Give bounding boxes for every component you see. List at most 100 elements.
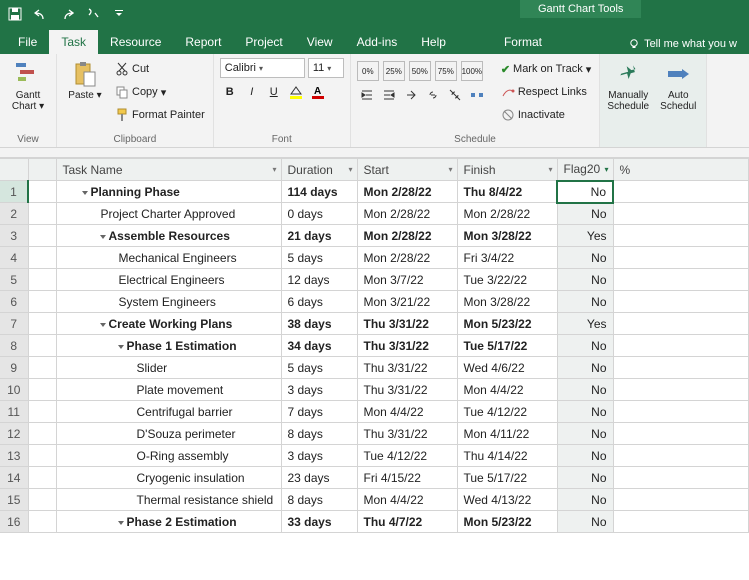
cell-finish[interactable]: Tue 3/22/22 xyxy=(457,269,557,291)
row-header[interactable]: 3 xyxy=(0,225,28,247)
cell-duration[interactable]: 33 days xyxy=(281,511,357,533)
col-start[interactable]: Start▾ xyxy=(357,159,457,181)
cell-pct[interactable] xyxy=(613,445,749,467)
cell-finish[interactable]: Wed 4/6/22 xyxy=(457,357,557,379)
cell-finish[interactable]: Mon 3/28/22 xyxy=(457,291,557,313)
row-header[interactable]: 9 xyxy=(0,357,28,379)
cut-button[interactable]: Cut xyxy=(113,58,207,80)
cell-pct[interactable] xyxy=(613,181,749,203)
cell-indicator[interactable] xyxy=(28,225,56,247)
cell-task-name[interactable]: Centrifugal barrier xyxy=(56,401,281,423)
cell-finish[interactable]: Mon 2/28/22 xyxy=(457,203,557,225)
cell-duration[interactable]: 8 days xyxy=(281,489,357,511)
cell-task-name[interactable]: Plate movement xyxy=(56,379,281,401)
cell-finish[interactable]: Fri 3/4/22 xyxy=(457,247,557,269)
redo-icon[interactable] xyxy=(56,3,78,25)
move-up-icon[interactable] xyxy=(401,85,421,105)
cell-duration[interactable]: 3 days xyxy=(281,445,357,467)
link-button[interactable] xyxy=(423,85,443,105)
cell-pct[interactable] xyxy=(613,511,749,533)
cell-task-name[interactable]: Thermal resistance shield xyxy=(56,489,281,511)
cell-start[interactable]: Mon 2/28/22 xyxy=(357,225,457,247)
cell-duration[interactable]: 7 days xyxy=(281,401,357,423)
unlink-button[interactable] xyxy=(445,85,465,105)
tab-file[interactable]: File xyxy=(6,30,49,54)
tab-task[interactable]: Task xyxy=(49,30,98,54)
cell-start[interactable]: Tue 4/12/22 xyxy=(357,445,457,467)
cell-finish[interactable]: Mon 5/23/22 xyxy=(457,313,557,335)
cell-task-name[interactable]: Slider xyxy=(56,357,281,379)
cell-task-name[interactable]: D'Souza perimeter xyxy=(56,423,281,445)
cell-indicator[interactable] xyxy=(28,269,56,291)
paste-button[interactable]: Paste ▾ xyxy=(63,58,107,103)
tab-project[interactable]: Project xyxy=(233,30,294,54)
cell-start[interactable]: Mon 3/7/22 xyxy=(357,269,457,291)
cell-finish[interactable]: Tue 5/17/22 xyxy=(457,335,557,357)
cell-duration[interactable]: 0 days xyxy=(281,203,357,225)
cell-flag20[interactable]: No xyxy=(557,203,613,225)
cell-indicator[interactable] xyxy=(28,489,56,511)
qat-customize-icon[interactable] xyxy=(108,3,130,25)
cell-flag20[interactable]: No xyxy=(557,445,613,467)
row-header[interactable]: 13 xyxy=(0,445,28,467)
cell-start[interactable]: Thu 3/31/22 xyxy=(357,335,457,357)
cell-indicator[interactable] xyxy=(28,379,56,401)
cell-finish[interactable]: Mon 5/23/22 xyxy=(457,511,557,533)
cell-indicator[interactable] xyxy=(28,401,56,423)
italic-button[interactable]: I xyxy=(242,82,262,102)
cell-task-name[interactable]: Assemble Resources xyxy=(56,225,281,247)
cell-task-name[interactable]: Electrical Engineers xyxy=(56,269,281,291)
cell-start[interactable]: Fri 4/15/22 xyxy=(357,467,457,489)
pct-25-button[interactable]: 25% xyxy=(383,61,405,81)
cell-start[interactable]: Thu 3/31/22 xyxy=(357,423,457,445)
cell-finish[interactable]: Tue 5/17/22 xyxy=(457,467,557,489)
cell-flag20[interactable]: No xyxy=(557,357,613,379)
cell-start[interactable]: Thu 4/7/22 xyxy=(357,511,457,533)
cell-indicator[interactable] xyxy=(28,445,56,467)
cell-flag20[interactable]: No xyxy=(557,379,613,401)
format-painter-button[interactable]: Format Painter xyxy=(113,104,207,126)
outdent-button[interactable] xyxy=(357,85,377,105)
cell-finish[interactable]: Wed 4/13/22 xyxy=(457,489,557,511)
cell-duration[interactable]: 6 days xyxy=(281,291,357,313)
cell-indicator[interactable] xyxy=(28,335,56,357)
split-task-icon[interactable] xyxy=(467,85,487,105)
cell-flag20[interactable]: No xyxy=(557,401,613,423)
row-header[interactable]: 6 xyxy=(0,291,28,313)
cell-flag20[interactable]: No xyxy=(557,291,613,313)
cell-duration[interactable]: 34 days xyxy=(281,335,357,357)
gantt-chart-button[interactable]: Gantt Chart ▾ xyxy=(6,58,50,114)
cell-task-name[interactable]: Cryogenic insulation xyxy=(56,467,281,489)
underline-button[interactable]: U xyxy=(264,82,284,102)
cell-task-name[interactable]: System Engineers xyxy=(56,291,281,313)
cell-finish[interactable]: Mon 4/4/22 xyxy=(457,379,557,401)
cell-pct[interactable] xyxy=(613,269,749,291)
cell-start[interactable]: Mon 2/28/22 xyxy=(357,181,457,203)
pct-75-button[interactable]: 75% xyxy=(435,61,457,81)
cell-task-name[interactable]: Phase 2 Estimation xyxy=(56,511,281,533)
cell-flag20[interactable]: No xyxy=(557,247,613,269)
col-flag20[interactable]: Flag20▾ xyxy=(557,159,613,181)
cell-flag20[interactable]: No xyxy=(557,511,613,533)
cell-start[interactable]: Thu 3/31/22 xyxy=(357,379,457,401)
undo-icon[interactable] xyxy=(30,3,52,25)
cell-pct[interactable] xyxy=(613,335,749,357)
cell-task-name[interactable]: Phase 1 Estimation xyxy=(56,335,281,357)
cell-duration[interactable]: 38 days xyxy=(281,313,357,335)
font-name-combo[interactable]: Calibri▾ xyxy=(220,58,305,78)
outline-toggle-icon[interactable] xyxy=(118,345,124,349)
cell-start[interactable]: Thu 3/31/22 xyxy=(357,357,457,379)
row-header[interactable]: 12 xyxy=(0,423,28,445)
row-header[interactable]: 14 xyxy=(0,467,28,489)
row-header[interactable]: 2 xyxy=(0,203,28,225)
save-icon[interactable] xyxy=(4,3,26,25)
cell-pct[interactable] xyxy=(613,225,749,247)
cell-duration[interactable]: 12 days xyxy=(281,269,357,291)
cell-duration[interactable]: 114 days xyxy=(281,181,357,203)
cell-duration[interactable]: 3 days xyxy=(281,379,357,401)
cell-flag20[interactable]: No xyxy=(557,489,613,511)
cell-pct[interactable] xyxy=(613,467,749,489)
cell-flag20[interactable]: No▾ xyxy=(557,181,613,203)
cell-indicator[interactable] xyxy=(28,291,56,313)
cell-pct[interactable] xyxy=(613,247,749,269)
